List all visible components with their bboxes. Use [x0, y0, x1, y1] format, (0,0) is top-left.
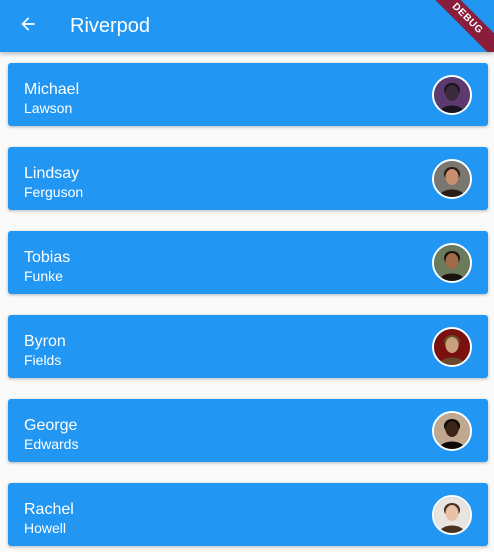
arrow-back-icon [18, 14, 38, 39]
avatar [432, 75, 472, 115]
avatar [432, 411, 472, 451]
first-name: Byron [24, 333, 66, 350]
avatar [432, 327, 472, 367]
avatar [432, 495, 472, 535]
back-button[interactable] [8, 6, 48, 46]
app-bar: Riverpod DEBUG [0, 0, 494, 52]
first-name: George [24, 417, 78, 434]
debug-banner: DEBUG [421, 0, 494, 52]
list-item[interactable]: Byron Fields [8, 315, 488, 378]
last-name: Ferguson [24, 184, 84, 200]
avatar [432, 159, 472, 199]
list-item[interactable]: George Edwards [8, 399, 488, 462]
first-name: Rachel [24, 501, 74, 518]
first-name: Michael [24, 81, 80, 98]
avatar [432, 243, 472, 283]
list-item[interactable]: Rachel Howell [8, 483, 488, 546]
last-name: Funke [24, 268, 63, 284]
last-name: Fields [24, 352, 62, 368]
last-name: Lawson [24, 100, 73, 116]
list-item[interactable]: Lindsay Ferguson [8, 147, 488, 210]
list-item[interactable]: Tobias Funke [8, 231, 488, 294]
list-item[interactable]: Michael Lawson [8, 63, 488, 126]
first-name: Lindsay [24, 165, 80, 182]
last-name: Edwards [24, 436, 79, 452]
first-name: Tobias [24, 249, 71, 266]
page-title: Riverpod [70, 15, 151, 37]
last-name: Howell [24, 520, 67, 536]
